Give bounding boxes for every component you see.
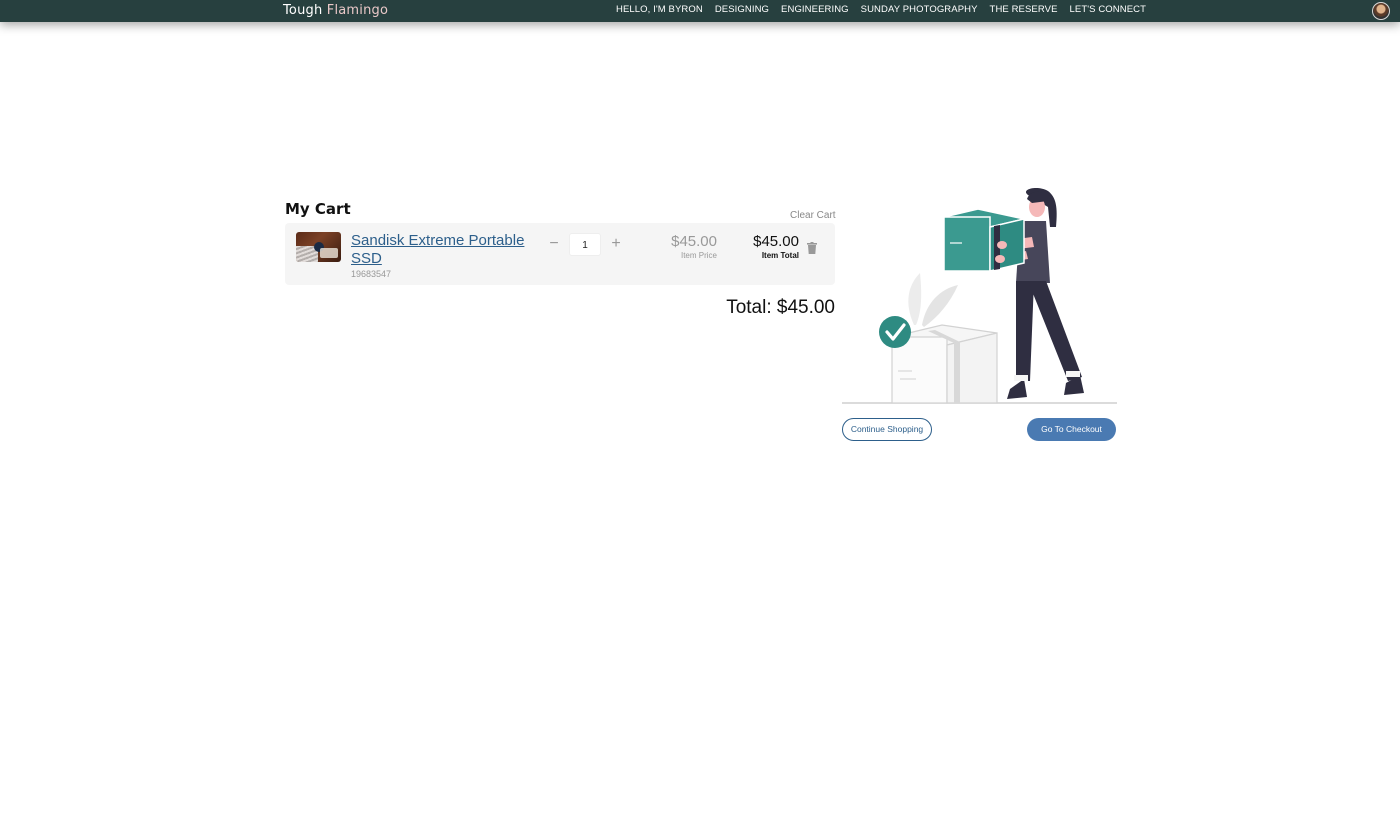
brand-name-part1: Tough (283, 3, 323, 18)
continue-shopping-button[interactable]: Continue Shopping (842, 418, 932, 441)
increase-quantity-button[interactable]: + (609, 235, 623, 253)
nav-link-hello[interactable]: HELLO, I'M BYRON (616, 4, 703, 16)
product-thumbnail[interactable] (296, 232, 341, 262)
nav-link-sunday-photography[interactable]: SUNDAY PHOTOGRAPHY (861, 4, 978, 16)
brand-name-part2: Flamingo (326, 3, 389, 18)
thumbnail-detail (320, 248, 338, 258)
user-avatar-icon[interactable] (1372, 2, 1390, 20)
quantity-input[interactable]: 1 (569, 233, 601, 256)
nav-link-engineering[interactable]: ENGINEERING (781, 4, 849, 16)
brand-logo[interactable]: Tough Flamingo (283, 3, 388, 19)
cart-total: Total: $45.00 (726, 297, 835, 318)
nav-link-the-reserve[interactable]: THE RESERVE (990, 4, 1058, 16)
item-total-label: Item Total (761, 251, 799, 260)
trash-icon[interactable] (807, 242, 817, 254)
product-name-link[interactable]: Sandisk Extreme Portable SSD (351, 232, 541, 268)
main-nav: HELLO, I'M BYRON DESIGNING ENGINEERING S… (616, 4, 1146, 16)
item-total: $45.00 (753, 233, 799, 250)
go-to-checkout-button[interactable]: Go To Checkout (1027, 418, 1116, 441)
cart-item-row: Sandisk Extreme Portable SSD 19683547 − … (285, 223, 835, 285)
item-price-label: Item Price (680, 251, 717, 260)
nav-link-lets-connect[interactable]: LET'S CONNECT (1070, 4, 1146, 16)
item-price: $45.00 (671, 233, 717, 250)
top-nav-bar: Tough Flamingo HELLO, I'M BYRON DESIGNIN… (0, 0, 1400, 22)
product-sku: 19683547 (351, 269, 392, 279)
clear-cart-link[interactable]: Clear Cart (790, 210, 836, 221)
nav-link-designing[interactable]: DESIGNING (715, 4, 769, 16)
decrease-quantity-button[interactable]: − (547, 235, 561, 253)
delivery-illustration (842, 188, 1117, 404)
cart-title: My Cart (285, 200, 351, 218)
